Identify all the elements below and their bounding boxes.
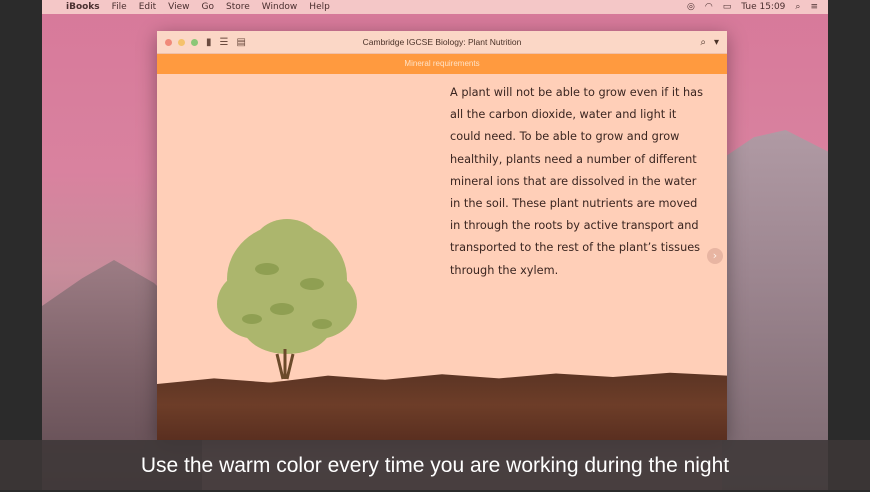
menu-view[interactable]: View	[168, 0, 189, 14]
book-page: A plant will not be able to grow even if…	[157, 74, 727, 440]
desktop: iBooks File Edit View Go Store Window He…	[42, 0, 828, 490]
menu-go[interactable]: Go	[202, 0, 214, 14]
promo-caption: Use the warm color every time you are wo…	[0, 440, 870, 490]
menu-help[interactable]: Help	[309, 0, 330, 14]
clock[interactable]: Tue 15:09	[741, 0, 785, 14]
menu-window[interactable]: Window	[262, 0, 298, 14]
menu-app-name[interactable]: iBooks	[66, 0, 100, 14]
wifi-icon[interactable]: ◠	[705, 0, 713, 14]
menu-file[interactable]: File	[112, 0, 127, 14]
menu-edit[interactable]: Edit	[139, 0, 156, 14]
next-page-button[interactable]: ›	[707, 248, 723, 264]
chapter-title: Mineral requirements	[157, 54, 727, 74]
menu-bar: iBooks File Edit View Go Store Window He…	[42, 0, 828, 14]
body-text: A plant will not be able to grow even if…	[450, 86, 703, 277]
menu-store[interactable]: Store	[226, 0, 250, 14]
notification-icon[interactable]: ◎	[687, 0, 695, 14]
ibooks-window: ▮ ☰ ▤ Cambridge IGCSE Biology: Plant Nut…	[157, 31, 727, 440]
battery-icon[interactable]: ▭	[723, 0, 732, 14]
window-title: Cambridge IGCSE Biology: Plant Nutrition	[362, 37, 522, 47]
status-area: ◎ ◠ ▭ Tue 15:09 ⌕ ≡	[677, 0, 818, 14]
spotlight-icon[interactable]: ⌕	[795, 0, 800, 14]
mountain-right	[722, 130, 828, 490]
soil-illustration	[157, 372, 727, 440]
menu-list-icon[interactable]: ≡	[810, 0, 818, 14]
title-bar: ▮ ☰ ▤ Cambridge IGCSE Biology: Plant Nut…	[157, 31, 727, 54]
